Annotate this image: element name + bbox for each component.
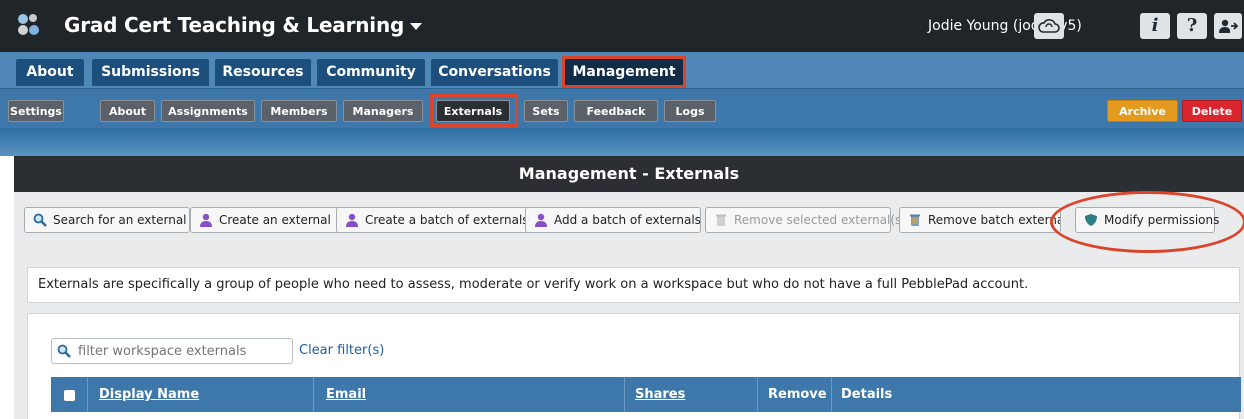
create-batch-externals-button[interactable]: Create a batch of externals	[336, 207, 531, 233]
column-divider	[831, 377, 832, 412]
column-shares[interactable]: Shares	[635, 377, 685, 412]
tab-submissions[interactable]: Submissions	[92, 59, 209, 86]
help-icon[interactable]: ?	[1177, 13, 1207, 39]
add-batch-externals-label: Add a batch of externals	[554, 213, 701, 227]
column-details: Details	[841, 387, 893, 402]
main-navigation: About Submissions Resources Community Co…	[0, 52, 1244, 88]
subtab-sets[interactable]: Sets	[524, 100, 568, 122]
search-external-label: Search for an external	[53, 213, 187, 227]
table-header: Display Name Email Shares Remove Details	[51, 377, 1241, 412]
remove-batch-externals-button[interactable]: Remove batch externals	[899, 207, 1061, 233]
subtab-about[interactable]: About	[100, 100, 155, 122]
subtab-feedback[interactable]: Feedback	[574, 100, 658, 122]
sub-navigation: Settings About Assignments Members Manag…	[0, 88, 1244, 128]
subtab-settings[interactable]: Settings	[8, 100, 64, 122]
subtab-logs[interactable]: Logs	[664, 100, 716, 122]
tab-resources[interactable]: Resources	[215, 59, 311, 86]
management-tab-highlight	[562, 56, 686, 88]
remove-selected-externals-button[interactable]: Remove selected external(s)	[705, 207, 906, 233]
tab-community[interactable]: Community	[317, 59, 425, 86]
column-divider	[313, 377, 314, 412]
decorative-strip	[0, 128, 1244, 156]
subtab-managers[interactable]: Managers	[343, 100, 423, 122]
clear-filters-link[interactable]: Clear filter(s)	[299, 343, 384, 358]
user-icon	[346, 213, 358, 227]
panel-title: Management - Externals	[14, 156, 1244, 192]
column-display-name[interactable]: Display Name	[99, 377, 199, 412]
chevron-down-icon	[410, 23, 423, 30]
select-all-checkbox[interactable]	[64, 390, 75, 401]
column-divider	[624, 377, 625, 412]
filter-externals-input[interactable]	[51, 338, 293, 364]
create-external-button[interactable]: Create an external	[190, 207, 342, 233]
column-email[interactable]: Email	[326, 377, 366, 412]
workspace-title-text: Grad Cert Teaching & Learning	[64, 13, 405, 37]
search-external-button[interactable]: Search for an external	[24, 207, 190, 233]
info-icon[interactable]: i	[1140, 13, 1170, 39]
column-divider	[757, 377, 758, 412]
search-icon	[33, 213, 47, 227]
remove-batch-externals-label: Remove batch externals	[928, 213, 1061, 227]
externals-tab-highlight	[430, 94, 518, 127]
user-icon	[200, 213, 212, 227]
trash-icon	[910, 214, 920, 226]
externals-panel: Management - Externals Search for an ext…	[14, 156, 1244, 419]
column-remove: Remove	[768, 387, 827, 402]
user-icon	[535, 213, 547, 227]
externals-list: Clear filter(s) Display Name Email Share…	[27, 313, 1241, 419]
delete-button[interactable]: Delete	[1182, 100, 1242, 122]
pebblepad-logo-icon[interactable]	[18, 14, 40, 36]
subtab-assignments[interactable]: Assignments	[161, 100, 255, 122]
remove-selected-externals-label: Remove selected external(s)	[734, 213, 906, 227]
column-divider	[87, 377, 88, 412]
cloud-icon[interactable]	[1034, 13, 1064, 39]
create-external-label: Create an external	[219, 213, 331, 227]
create-batch-externals-label: Create a batch of externals	[365, 213, 529, 227]
logout-icon[interactable]	[1214, 13, 1242, 39]
tab-conversations[interactable]: Conversations	[431, 59, 558, 86]
externals-info-text: Externals are specifically a group of pe…	[27, 267, 1240, 303]
subtab-members[interactable]: Members	[261, 100, 337, 122]
modify-permissions-highlight	[1050, 191, 1244, 253]
trash-icon	[716, 214, 726, 226]
search-icon	[57, 344, 71, 358]
top-bar: Grad Cert Teaching & Learning Jodie Youn…	[0, 0, 1244, 52]
tab-about[interactable]: About	[16, 59, 84, 86]
archive-button[interactable]: Archive	[1107, 100, 1178, 122]
add-batch-externals-button[interactable]: Add a batch of externals	[525, 207, 701, 233]
workspace-title[interactable]: Grad Cert Teaching & Learning	[64, 13, 423, 37]
